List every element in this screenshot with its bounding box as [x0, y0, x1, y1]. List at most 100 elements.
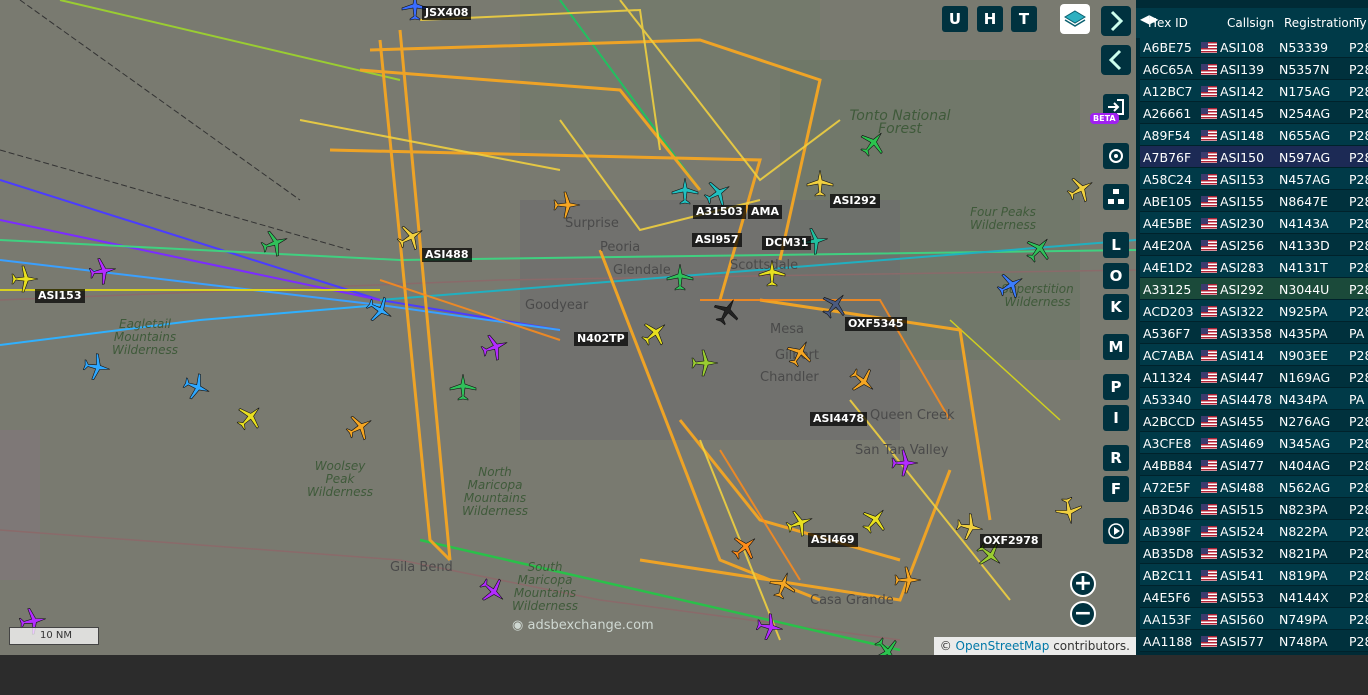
- aircraft-icon[interactable]: [1066, 174, 1096, 204]
- aircraft-table-panel[interactable]: ◀▶ Hex ID Callsign Registration Ty A6BE7…: [1136, 0, 1368, 655]
- layers-button[interactable]: [1060, 4, 1090, 34]
- toggle-u-button[interactable]: U: [942, 6, 968, 32]
- aircraft-icon[interactable]: [82, 352, 112, 382]
- table-row[interactable]: AB398F ASI524 N822PA P28: [1140, 520, 1368, 542]
- table-row[interactable]: ABE105 ASI155 N8647E P28: [1140, 190, 1368, 212]
- aircraft-icon[interactable]: [365, 295, 395, 325]
- table-row[interactable]: A33125 ASI292 N3044U P28: [1140, 278, 1368, 300]
- toggle-i-button[interactable]: I: [1103, 405, 1129, 431]
- aircraft-icon[interactable]: [552, 190, 582, 220]
- aircraft-label[interactable]: ASI153: [35, 289, 85, 303]
- table-row[interactable]: AB35D8 ASI532 N821PA P28: [1140, 542, 1368, 564]
- table-row[interactable]: AC7ABA ASI414 N903EE P28: [1140, 344, 1368, 366]
- aircraft-icon[interactable]: [712, 296, 742, 326]
- table-row[interactable]: A6C65A ASI139 N5357N P28: [1140, 58, 1368, 80]
- aircraft-icon[interactable]: [665, 262, 695, 292]
- aircraft-icon[interactable]: [640, 318, 670, 348]
- column-header-type[interactable]: Ty: [1354, 16, 1367, 30]
- expand-panel-button[interactable]: [1101, 45, 1131, 75]
- table-row[interactable]: A26661 ASI145 N254AG P28: [1140, 102, 1368, 124]
- toggle-r-button[interactable]: R: [1103, 445, 1129, 471]
- toggle-k-button[interactable]: K: [1103, 294, 1129, 320]
- table-row[interactable]: A3CFE8 ASI469 N345AG P28: [1140, 432, 1368, 454]
- toggle-p-button[interactable]: P: [1103, 374, 1129, 400]
- aircraft-label[interactable]: ASI488: [422, 248, 472, 262]
- aircraft-icon[interactable]: [890, 448, 920, 478]
- aircraft-label[interactable]: N402TP: [574, 332, 628, 346]
- aircraft-label[interactable]: ASI292: [830, 194, 880, 208]
- aircraft-icon[interactable]: [730, 532, 760, 562]
- aircraft-icon[interactable]: [757, 258, 787, 288]
- aircraft-icon[interactable]: [182, 372, 212, 402]
- table-row[interactable]: A53340 ASI4478 N434PA PA: [1140, 388, 1368, 410]
- settings-button[interactable]: [1103, 143, 1129, 169]
- aircraft-label[interactable]: AMA: [748, 205, 782, 219]
- aircraft-icon[interactable]: [690, 348, 720, 378]
- zoom-in-button[interactable]: +: [1070, 571, 1096, 597]
- table-row[interactable]: A72E5F ASI488 N562AG P28: [1140, 476, 1368, 498]
- table-row[interactable]: A4E1D2 ASI283 N4131T P28: [1140, 256, 1368, 278]
- map-view[interactable]: Tonto National Forest Four Peaks Wildern…: [0, 0, 1136, 655]
- table-row[interactable]: AA153F ASI560 N749PA P28: [1140, 608, 1368, 630]
- column-header-callsign[interactable]: Callsign: [1227, 16, 1274, 30]
- aircraft-icon[interactable]: [785, 338, 815, 368]
- aircraft-icon[interactable]: [480, 332, 510, 362]
- column-header-hex[interactable]: Hex ID: [1148, 16, 1188, 30]
- aircraft-label[interactable]: OXF5345: [845, 317, 907, 331]
- column-header-registration[interactable]: Registration: [1284, 16, 1356, 30]
- table-row[interactable]: AB2C11 ASI541 N819PA P28: [1140, 564, 1368, 586]
- table-row[interactable]: A6BE75 ASI108 N53339 P28: [1140, 36, 1368, 58]
- aircraft-icon[interactable]: [755, 612, 785, 642]
- aircraft-icon[interactable]: [768, 570, 798, 600]
- aircraft-label[interactable]: JSX408: [422, 6, 472, 20]
- osm-link[interactable]: OpenStreetMap: [956, 639, 1050, 653]
- aircraft-icon[interactable]: [848, 366, 878, 396]
- replay-button[interactable]: [1103, 518, 1129, 544]
- aircraft-icon[interactable]: [260, 228, 290, 258]
- aircraft-icon[interactable]: [345, 412, 375, 442]
- aircraft-icon[interactable]: [448, 372, 478, 402]
- toggle-m-button[interactable]: M: [1103, 334, 1129, 360]
- table-row[interactable]: A4BB84 ASI477 N404AG P28: [1140, 454, 1368, 476]
- table-row[interactable]: ACD203 ASI322 N925PA P28: [1140, 300, 1368, 322]
- toggle-t-button[interactable]: T: [1011, 6, 1037, 32]
- aircraft-label[interactable]: OXF2978: [980, 534, 1042, 548]
- aircraft-label[interactable]: DCM31: [762, 236, 812, 250]
- aircraft-icon[interactable]: [996, 270, 1026, 300]
- toggle-f-button[interactable]: F: [1103, 476, 1129, 502]
- table-row[interactable]: AB3D46 ASI515 N823PA P28: [1140, 498, 1368, 520]
- aircraft-icon[interactable]: [670, 176, 700, 206]
- table-row[interactable]: A58C24 ASI153 N457AG P28: [1140, 168, 1368, 190]
- aircraft-icon[interactable]: [1054, 496, 1084, 526]
- aircraft-icon[interactable]: [860, 505, 890, 535]
- table-row[interactable]: A4E5BE ASI230 N4143A P28: [1140, 212, 1368, 234]
- aircraft-icon[interactable]: [235, 402, 265, 432]
- zoom-out-button[interactable]: −: [1070, 601, 1096, 627]
- table-row[interactable]: A536F7 ASI3358 N435PA PA: [1140, 322, 1368, 344]
- aircraft-icon[interactable]: [1024, 234, 1054, 264]
- aircraft-icon[interactable]: [872, 636, 902, 655]
- aircraft-label[interactable]: ASI469: [808, 533, 858, 547]
- aircraft-icon[interactable]: [820, 290, 850, 320]
- table-row[interactable]: A4E5F6 ASI553 N4144X P28: [1140, 586, 1368, 608]
- table-row[interactable]: A11324 ASI447 N169AG P28: [1140, 366, 1368, 388]
- table-row[interactable]: AA1188 ASI577 N748PA P28: [1140, 630, 1368, 652]
- aircraft-label[interactable]: ASI957: [692, 233, 742, 247]
- aircraft-icon[interactable]: [478, 576, 508, 606]
- aircraft-label[interactable]: A31503: [693, 205, 746, 219]
- table-row[interactable]: A12BC7 ASI142 N175AG P28: [1140, 80, 1368, 102]
- table-row[interactable]: A7B76F ASI150 N597AG P28: [1140, 146, 1368, 168]
- table-row[interactable]: A2BCCD ASI455 N276AG P28: [1140, 410, 1368, 432]
- table-row[interactable]: A89F54 ASI148 N655AG P28: [1140, 124, 1368, 146]
- toggle-l-button[interactable]: L: [1103, 232, 1129, 258]
- aircraft-label[interactable]: ASI4478: [810, 412, 868, 426]
- toggle-h-button[interactable]: H: [977, 6, 1003, 32]
- filter-button[interactable]: [1103, 184, 1129, 210]
- collapse-panel-button[interactable]: [1101, 6, 1131, 36]
- aircraft-icon[interactable]: [88, 256, 118, 286]
- aircraft-icon[interactable]: [703, 178, 733, 208]
- table-row[interactable]: A4E20A ASI256 N4133D P28: [1140, 234, 1368, 256]
- toggle-o-button[interactable]: O: [1103, 263, 1129, 289]
- aircraft-icon[interactable]: [858, 128, 888, 158]
- aircraft-icon[interactable]: [893, 565, 923, 595]
